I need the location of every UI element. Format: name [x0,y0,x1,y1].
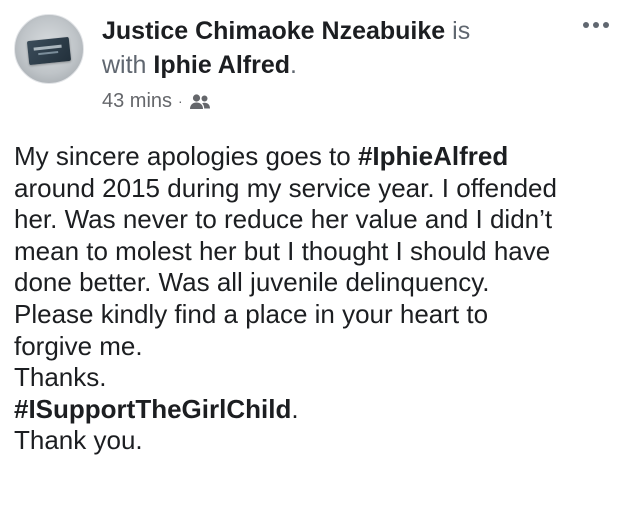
post-line: her. Was never to reduce her value and I… [14,204,553,235]
post-line: done better. Was all juvenile delinquenc… [14,267,490,298]
more-dot [583,22,589,28]
post-line: Thank you. [14,425,143,456]
post-line: mean to molest her but I thought I shoul… [14,235,551,266]
post-line: forgive me. [14,330,143,361]
friends-icon[interactable] [189,92,211,110]
post-line: around 2015 during my service year. I of… [14,172,557,203]
post-header: Justice Chimaoke Nzeabuike is with Iphie… [102,14,562,82]
tagged-user[interactable]: Iphie Alfred [153,51,290,79]
author-name[interactable]: Justice Chimaoke Nzeabuike [102,17,445,45]
post: Justice Chimaoke Nzeabuike is with Iphie… [0,0,627,524]
post-line: My sincere apologies goes to #IphieAlfre… [14,141,509,171]
with-text: with [102,51,154,79]
hashtag-link[interactable]: #ISupportTheGirlChild [14,394,291,424]
more-options-button[interactable] [574,8,618,42]
meta-separator: · [178,93,183,109]
post-line: Please kindly find a place in your heart… [14,298,489,329]
avatar-card-image [26,36,72,66]
post-meta: 43 mins · [102,88,211,114]
is-text: is [445,17,471,45]
post-timestamp[interactable]: 43 mins [102,88,172,114]
header-period: . [290,51,297,79]
post-line: #ISupportTheGirlChild. [14,393,299,424]
post-body: My sincere apologies goes to #IphieAlfre… [14,141,624,457]
hashtag-link[interactable]: #IphieAlfred [358,141,508,171]
more-dot [593,22,599,28]
more-dot [603,22,609,28]
author-avatar[interactable] [14,14,84,84]
post-line: Thanks. [14,362,107,393]
